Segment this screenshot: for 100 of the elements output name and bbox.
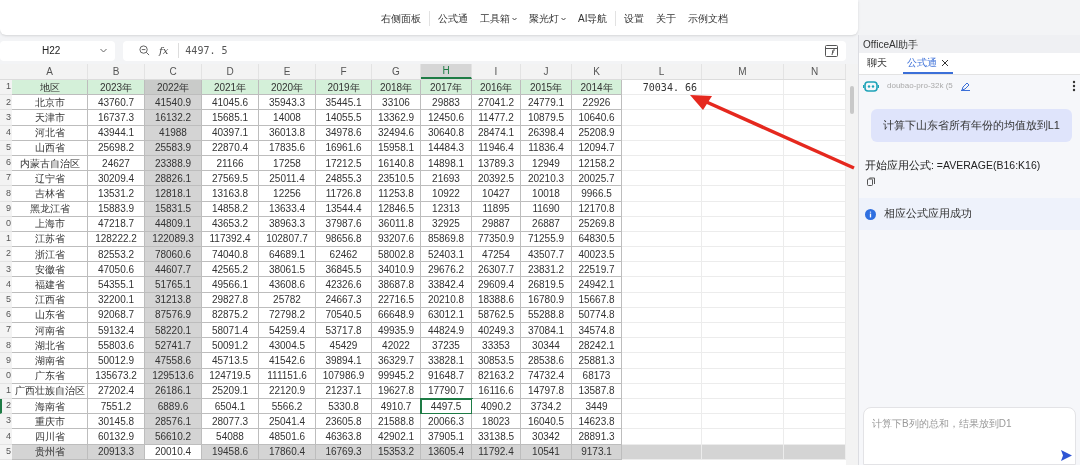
toolbar-button[interactable]: 右侧面板: [381, 11, 421, 26]
column-header[interactable]: C: [145, 64, 202, 79]
table-cell: 26819.5: [521, 277, 572, 293]
row-number[interactable]: 4: [0, 429, 12, 445]
table-cell: 9966.5: [572, 186, 622, 202]
table-cell: 13531.2: [88, 186, 145, 202]
toolbar-button[interactable]: 聚光灯: [529, 11, 566, 26]
row-number[interactable]: 2: [0, 95, 12, 111]
zoom-icon[interactable]: [139, 45, 150, 56]
column-header[interactable]: B: [88, 64, 145, 79]
table-cell: 58002.8: [372, 247, 421, 263]
caret-icon: [512, 16, 517, 21]
row-number[interactable]: 4: [0, 277, 12, 293]
send-icon[interactable]: [1061, 450, 1072, 461]
row-number[interactable]: 3: [0, 262, 12, 278]
column-header[interactable]: I: [472, 64, 521, 79]
table-cell: 14008: [259, 110, 316, 126]
toolbar-button[interactable]: 工具箱: [480, 11, 517, 26]
table-cell: 26307.7: [472, 262, 521, 278]
table-cell: 52741.7: [145, 338, 202, 354]
table-cell: 10640.6: [572, 110, 622, 126]
table-cell: 28077.3: [202, 414, 259, 430]
table-cell: 重庆市: [12, 414, 88, 430]
table-cell: 14623.8: [572, 414, 622, 430]
table-cell: 28242.1: [572, 338, 622, 354]
table-cell: 21693: [421, 171, 472, 187]
table-cell: 20025.7: [572, 171, 622, 187]
table-cell: 4497.5: [421, 398, 472, 415]
toolbar-button[interactable]: 关于: [656, 11, 677, 26]
row-number[interactable]: 3: [0, 414, 12, 430]
row-number[interactable]: 9: [0, 353, 12, 369]
column-header[interactable]: J: [521, 64, 572, 79]
table-cell: 58071.4: [202, 323, 259, 339]
more-icon[interactable]: [1072, 80, 1076, 92]
cell-reference-field[interactable]: H22: [0, 40, 115, 61]
toolbar-button[interactable]: 示例文档: [688, 11, 729, 26]
formula-value[interactable]: 4497. 5: [178, 43, 228, 58]
panel-tab[interactable]: 聊天: [863, 53, 891, 74]
table-cell: 33353: [472, 338, 521, 354]
toolbar-button[interactable]: 公式通: [438, 11, 468, 26]
table-cell: 43004.5: [259, 338, 316, 354]
row-number[interactable]: 3: [0, 110, 12, 126]
function-button[interactable]: fx: [159, 43, 169, 58]
table-cell: 44824.9: [421, 323, 472, 339]
table-cell: 42902.1: [372, 429, 421, 445]
column-title: 2019年: [316, 80, 372, 96]
table-cell: 55803.6: [88, 338, 145, 354]
table-cell: 52403.1: [421, 247, 472, 263]
row-number[interactable]: 7: [0, 323, 12, 339]
table-cell: 30344: [521, 338, 572, 354]
row-number[interactable]: 8: [0, 186, 12, 202]
table-cell: 49935.9: [372, 323, 421, 339]
table-cell: 41542.6: [259, 353, 316, 369]
table-cell: 33842.4: [421, 277, 472, 293]
table-cell: 54355.1: [88, 277, 145, 293]
column-header[interactable]: D: [202, 64, 259, 79]
column-header[interactable]: L: [622, 64, 702, 79]
table-cell: 29609.4: [472, 277, 521, 293]
message-input[interactable]: 计算下B列的总和，结果放到D1: [863, 407, 1076, 465]
table-cell: 60132.9: [88, 429, 145, 445]
pencil-icon[interactable]: [960, 81, 970, 91]
formula-expand-icon[interactable]: [825, 44, 838, 57]
table-cell: 20392.5: [472, 171, 521, 187]
column-header[interactable]: H: [421, 64, 472, 79]
table-cell: 11477.2: [472, 110, 521, 126]
table-cell: 25041.4: [259, 414, 316, 430]
table-cell: 48501.6: [259, 429, 316, 445]
column-header[interactable]: M: [702, 64, 784, 79]
column-header[interactable]: F: [316, 64, 372, 79]
column-title: 2023年: [88, 80, 145, 96]
table-cell: 29676.2: [421, 262, 472, 278]
table-cell: 24779.1: [521, 95, 572, 111]
panel-tab[interactable]: 公式通: [903, 53, 953, 74]
toolbar-button[interactable]: AI导航: [578, 11, 608, 26]
table-cell: 45429: [316, 338, 372, 354]
row-number[interactable]: 8: [0, 338, 12, 354]
table-cell: 27569.5: [202, 171, 259, 187]
table-cell: 10922: [421, 186, 472, 202]
column-header[interactable]: A: [12, 64, 88, 79]
table-cell: 27041.2: [472, 95, 521, 111]
row-number[interactable]: 2: [0, 247, 12, 263]
copy-icon[interactable]: [867, 177, 875, 187]
column-header[interactable]: E: [259, 64, 316, 79]
table-cell: 62462: [316, 247, 372, 263]
close-icon[interactable]: [941, 58, 949, 67]
table-cell: 42022: [372, 338, 421, 354]
table-cell: 38687.8: [372, 277, 421, 293]
table-cell: 11253.8: [372, 186, 421, 202]
column-header[interactable]: K: [572, 64, 622, 79]
row-number[interactable]: 7: [0, 171, 12, 187]
table-cell: 53717.8: [316, 323, 372, 339]
table-cell: 51765.1: [145, 277, 202, 293]
row-number[interactable]: 1: [0, 80, 12, 96]
table-cell: 25011.4: [259, 171, 316, 187]
toolbar-button[interactable]: 设置: [624, 11, 645, 26]
table-cell: 42565.2: [202, 262, 259, 278]
table-cell: 湖南省: [12, 353, 88, 369]
table-cell: 25881.3: [572, 353, 622, 369]
table-cell: 安徽省: [12, 262, 88, 278]
table-cell: 13362.9: [372, 110, 421, 126]
